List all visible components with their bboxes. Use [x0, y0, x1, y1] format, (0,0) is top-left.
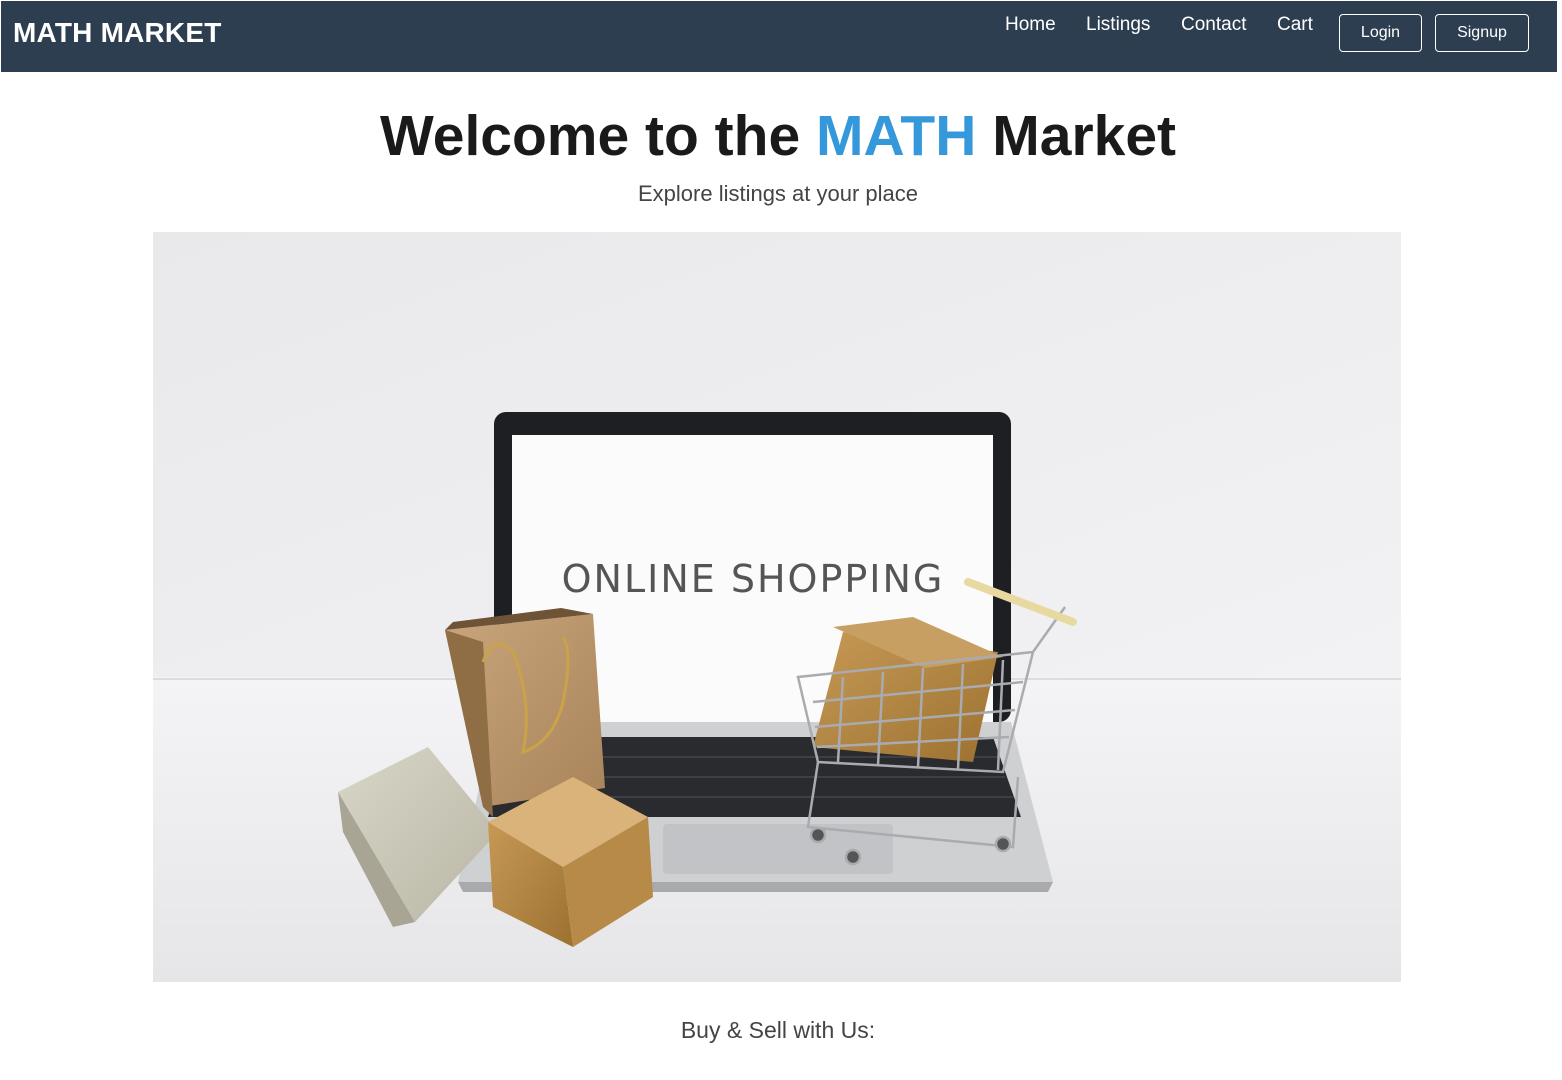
- login-button[interactable]: Login: [1339, 14, 1422, 52]
- nav-link-listings[interactable]: Listings: [1086, 14, 1150, 36]
- laptop-screen-text: ONLINE SHOPPING: [562, 557, 945, 601]
- nav-link-home[interactable]: Home: [1005, 14, 1056, 36]
- buy-sell-heading: Buy & Sell with Us:: [680, 1017, 876, 1043]
- hero-image: ONLINE SHOPPING: [153, 232, 1401, 982]
- nav-link-cart[interactable]: Cart: [1277, 14, 1313, 36]
- navbar: MATH MARKET Home Listings Contact Cart L…: [1, 1, 1557, 72]
- hero-title-prefix: Welcome to the: [379, 104, 817, 168]
- brand-logo[interactable]: MATH MARKET: [13, 17, 222, 49]
- page: MATH MARKET Home Listings Contact Cart L…: [0, 0, 1562, 1080]
- nav-link-contact[interactable]: Contact: [1181, 14, 1246, 36]
- signup-button[interactable]: Signup: [1435, 14, 1529, 52]
- hero-title-accent: MATH: [816, 104, 977, 168]
- hero-subtitle: Explore listings at your place: [637, 181, 919, 206]
- hero-title-suffix: Market: [976, 104, 1177, 168]
- online-shopping-illustration: ONLINE SHOPPING: [153, 232, 1401, 982]
- hero-title: Welcome to the MATH Market: [0, 103, 1556, 169]
